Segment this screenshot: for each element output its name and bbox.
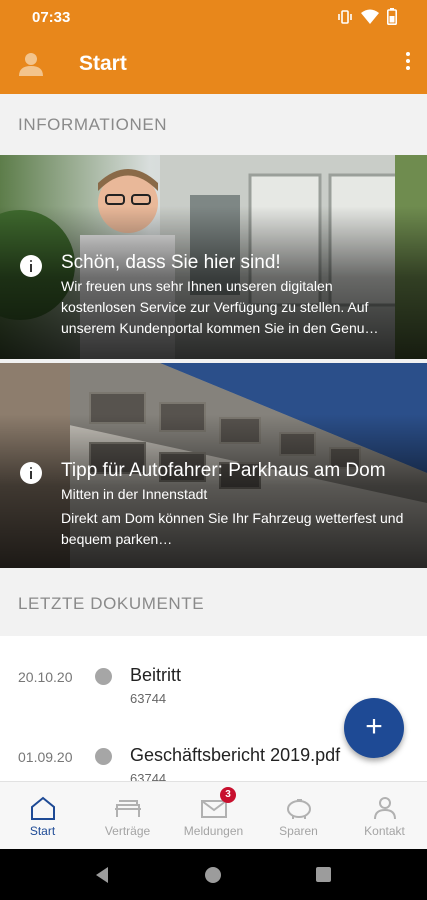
battery-icon	[387, 8, 397, 25]
status-bar: 07:33	[0, 0, 427, 34]
document-name: Beitritt	[130, 665, 182, 685]
person-icon	[374, 797, 396, 820]
wifi-icon	[361, 9, 379, 24]
document-date: 20.10.20	[18, 669, 73, 685]
card-text: Wir freuen uns sehr Ihnen unseren digita…	[61, 278, 379, 336]
user-icon[interactable]	[18, 51, 44, 77]
status-time: 07:33	[32, 9, 71, 26]
page-title: Start	[79, 52, 127, 75]
app-bar: Start	[0, 34, 427, 94]
nav-item-start[interactable]: Start	[0, 782, 85, 850]
piggy-bank-icon	[287, 799, 311, 819]
nav-label: Verträge	[104, 824, 151, 838]
card-title: Schön, dass Sie hier sind!	[61, 252, 281, 273]
home-icon	[31, 796, 55, 820]
more-vert-icon[interactable]	[403, 52, 413, 76]
bottom-navigation: Start Verträge 3 Meldungen Sparen Kontak…	[0, 781, 427, 849]
nav-item-sparen[interactable]: Sparen	[256, 782, 341, 850]
document-dot-icon	[95, 668, 112, 685]
system-navigation-bar	[0, 849, 427, 900]
recents-icon[interactable]	[315, 866, 332, 883]
add-button[interactable]: +	[344, 698, 404, 758]
notification-badge: 3	[220, 787, 236, 803]
section-label-dokumente: LETZTE DOKUMENTE	[18, 594, 205, 613]
nav-label: Sparen	[279, 824, 318, 838]
info-card-parkhaus[interactable]: Tipp für Autofahrer: Parkhaus am Dom Mit…	[0, 363, 427, 568]
card-subtitle: Mitten in der Innenstadt	[61, 486, 208, 502]
vibrate-icon	[338, 9, 352, 24]
status-icons	[337, 8, 397, 25]
nav-item-vertraege[interactable]: Verträge	[85, 782, 170, 850]
nav-label: Kontakt	[364, 824, 405, 838]
card-text: Direkt am Dom können Sie Ihr Fahrzeug we…	[61, 510, 404, 547]
nav-item-meldungen[interactable]: 3 Meldungen	[171, 782, 256, 850]
card-title: Tipp für Autofahrer: Parkhaus am Dom	[61, 460, 386, 481]
sofa-icon	[115, 800, 141, 817]
document-name: Geschäftsbericht 2019.pdf	[130, 745, 341, 765]
document-date: 01.09.20	[18, 749, 73, 765]
nav-label: Start	[29, 824, 56, 838]
back-icon[interactable]	[94, 866, 110, 884]
info-card-welcome[interactable]: Schön, dass Sie hier sind! Wir freuen un…	[0, 155, 427, 359]
section-label-informationen: INFORMATIONEN	[18, 115, 168, 134]
document-dot-icon	[95, 748, 112, 765]
info-icon	[20, 462, 42, 484]
nav-label: Meldungen	[183, 824, 244, 838]
nav-item-kontakt[interactable]: Kontakt	[342, 782, 427, 850]
home-button-icon[interactable]	[203, 865, 223, 885]
info-icon	[20, 255, 42, 277]
document-number: 63744	[130, 691, 167, 706]
